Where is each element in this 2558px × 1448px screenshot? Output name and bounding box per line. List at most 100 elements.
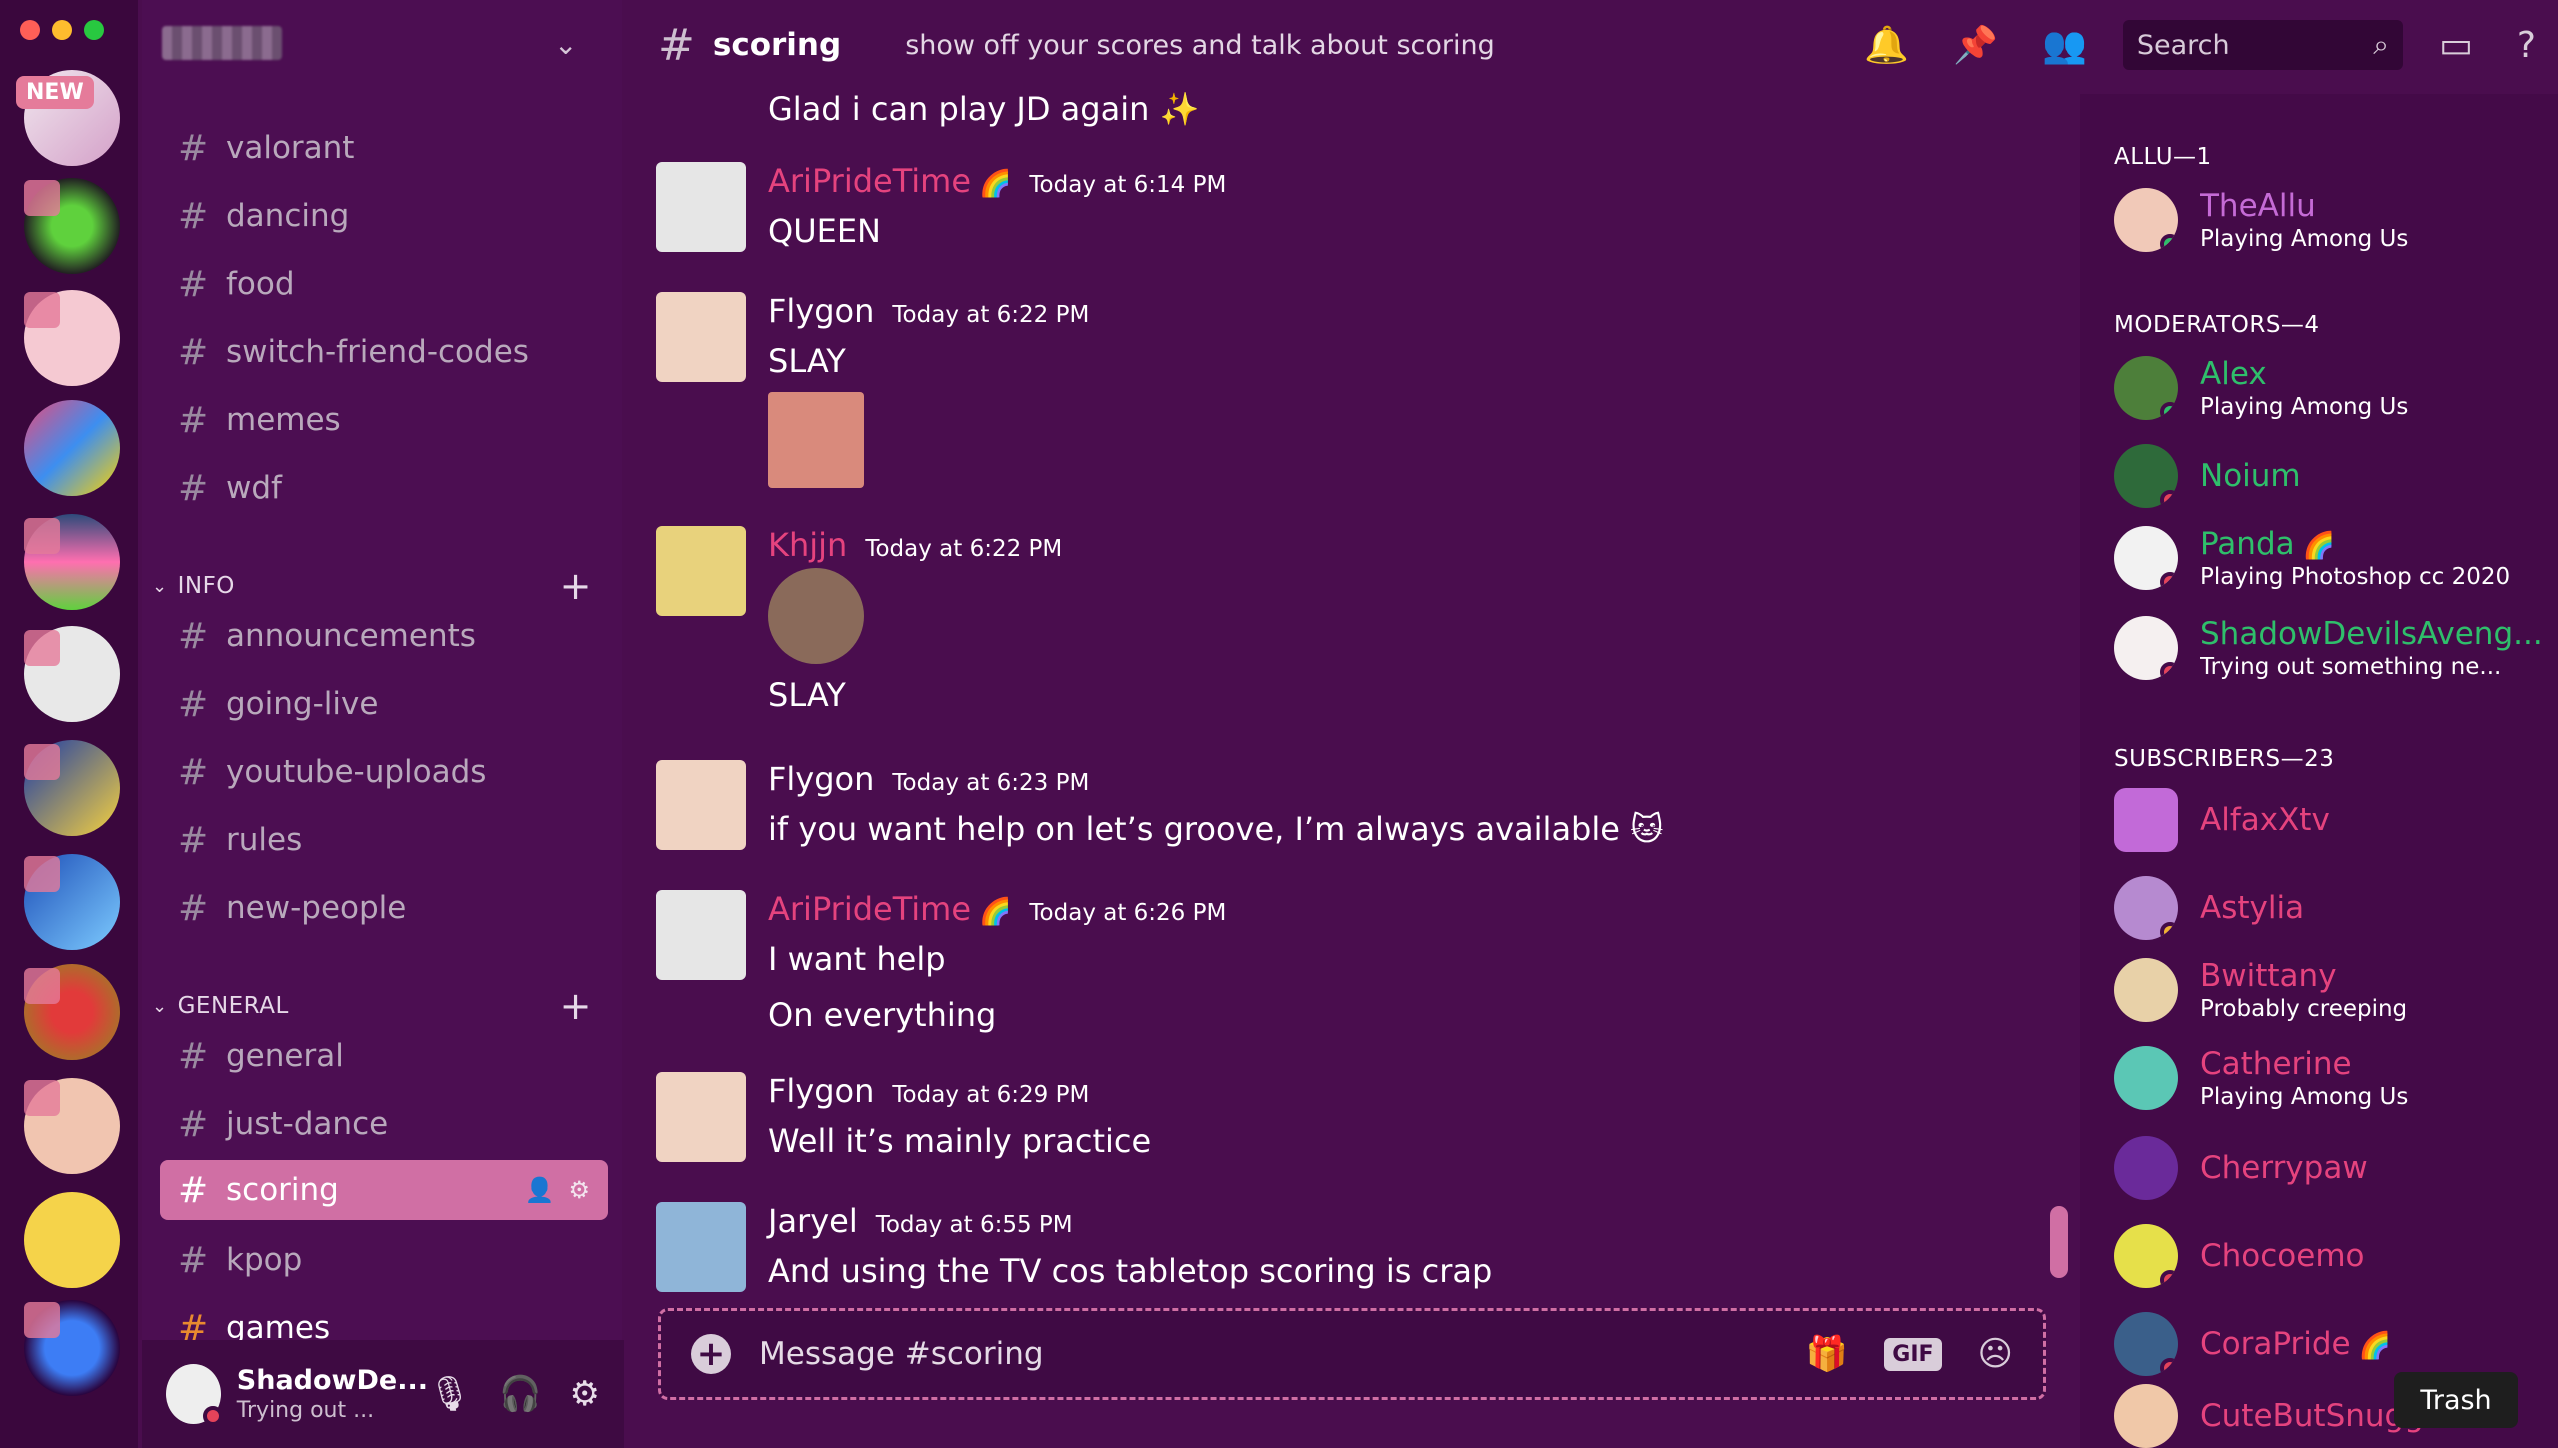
member-item[interactable]: Alex Playing Among Us bbox=[2114, 352, 2544, 424]
channel-scoring[interactable]: # scoring 👤 ⚙ bbox=[160, 1160, 608, 1220]
server-rail: NEW bbox=[0, 0, 138, 1448]
member-item[interactable]: TheAllu Playing Among Us bbox=[2114, 184, 2544, 256]
avatar[interactable] bbox=[656, 1202, 746, 1292]
server-name[interactable] bbox=[162, 26, 282, 60]
message-sticker[interactable] bbox=[768, 568, 864, 664]
avatar bbox=[2114, 1046, 2178, 1110]
member-item[interactable]: Catherine Playing Among Us bbox=[2114, 1042, 2544, 1114]
gear-icon[interactable]: ⚙ bbox=[570, 1374, 600, 1414]
message-text: QUEEN bbox=[768, 212, 881, 250]
server-avatar-4[interactable] bbox=[24, 400, 120, 496]
member-category: SUBSCRIBERS—23 bbox=[2114, 746, 2335, 772]
top-bar: # scoring show off your scores and talk … bbox=[622, 0, 2558, 90]
member-item[interactable]: Panda 🌈 Playing Photoshop cc 2020 bbox=[2114, 522, 2544, 594]
member-item[interactable]: Bwittany Probably creeping bbox=[2114, 954, 2544, 1026]
channel-new-people[interactable]: # new-people bbox=[178, 878, 626, 938]
hash-icon: # bbox=[178, 399, 209, 441]
channel-rules[interactable]: # rules bbox=[178, 810, 626, 870]
pin-icon[interactable]: 📌 bbox=[1953, 24, 1998, 66]
category-info[interactable]: ⌄ INFO + bbox=[152, 564, 592, 608]
emoji-icon[interactable]: ☹ bbox=[1978, 1334, 2013, 1374]
add-channel-icon[interactable]: + bbox=[560, 564, 592, 608]
channel-food[interactable]: # food bbox=[178, 254, 626, 314]
avatar[interactable] bbox=[656, 1072, 746, 1162]
gear-icon[interactable]: ⚙ bbox=[568, 1176, 590, 1204]
avatar[interactable] bbox=[656, 890, 746, 980]
hash-icon: # bbox=[178, 263, 209, 305]
server-avatar-11[interactable] bbox=[24, 1192, 120, 1288]
channel-kpop[interactable]: # kpop bbox=[178, 1230, 626, 1290]
user-status: Trying out ... bbox=[236, 1398, 375, 1423]
message-composer[interactable]: + Message #scoring 🎁 GIF ☹ bbox=[658, 1308, 2046, 1400]
message-author[interactable]: AriPrideTime bbox=[768, 162, 971, 200]
status-dot bbox=[2160, 402, 2178, 420]
close-window-button[interactable] bbox=[20, 20, 40, 40]
member-item[interactable]: Cherrypaw bbox=[2114, 1132, 2544, 1204]
avatar[interactable] bbox=[656, 292, 746, 382]
channel-sidebar: ⌄ # valorant # dancing # food # switch-frien… bbox=[142, 0, 622, 1448]
gift-icon[interactable]: 🎁 bbox=[1806, 1334, 1848, 1374]
inbox-icon[interactable]: ▭ bbox=[2439, 25, 2473, 66]
message-author[interactable]: Flygon bbox=[768, 1072, 874, 1110]
rainbow-icon: 🌈 bbox=[979, 169, 1012, 199]
channel-wdf[interactable]: # wdf bbox=[178, 458, 626, 518]
channel-switch-friend-codes[interactable]: # switch-friend-codes bbox=[178, 322, 626, 382]
maximize-window-button[interactable] bbox=[84, 20, 104, 40]
bell-icon[interactable]: 🔔 bbox=[1864, 24, 1909, 66]
avatar bbox=[2114, 1136, 2178, 1200]
chat-scrollbar[interactable] bbox=[2050, 1206, 2068, 1278]
message-author[interactable]: AriPrideTime bbox=[768, 890, 971, 928]
mention-marker bbox=[24, 292, 60, 328]
mention-marker bbox=[24, 630, 60, 666]
member-item[interactable]: Astylia bbox=[2114, 872, 2544, 944]
avatar[interactable] bbox=[656, 526, 746, 616]
member-item[interactable]: CoraPride 🌈 bbox=[2114, 1308, 2544, 1380]
message-author[interactable]: Flygon bbox=[768, 292, 874, 330]
message-author[interactable]: Khjjn bbox=[768, 526, 847, 564]
message-author[interactable]: Jaryel bbox=[768, 1202, 858, 1240]
channel-valorant[interactable]: # valorant bbox=[178, 118, 626, 178]
add-channel-icon[interactable]: + bbox=[560, 984, 592, 1028]
new-badge: NEW bbox=[16, 76, 94, 109]
channel-general[interactable]: # general bbox=[178, 1026, 626, 1086]
invite-icon[interactable]: 👤 bbox=[525, 1176, 555, 1204]
status-dot bbox=[2160, 490, 2178, 508]
help-icon[interactable]: ? bbox=[2517, 25, 2536, 66]
member-item[interactable]: Chocoemo bbox=[2114, 1220, 2544, 1292]
channel-youtube-uploads[interactable]: # youtube-uploads bbox=[178, 742, 626, 802]
category-general[interactable]: ⌄ GENERAL + bbox=[152, 984, 592, 1028]
avatar bbox=[2114, 188, 2178, 252]
channel-going-live[interactable]: # going-live bbox=[178, 674, 626, 734]
chevron-down-icon: ⌄ bbox=[152, 575, 168, 597]
channel-topic[interactable]: show off your scores and talk about scor… bbox=[905, 30, 1495, 61]
timestamp: Today at 6:55 PM bbox=[875, 1212, 1073, 1238]
add-attachment-icon[interactable]: + bbox=[691, 1334, 731, 1374]
member-item[interactable]: AlfaxXtv bbox=[2114, 784, 2544, 856]
avatar[interactable] bbox=[656, 760, 746, 850]
headphones-icon[interactable]: 🎧 bbox=[499, 1374, 541, 1414]
member-item[interactable]: ShadowDevilsAveng... Trying out something… bbox=[2114, 612, 2544, 684]
message-input[interactable]: Message #scoring bbox=[759, 1336, 1044, 1372]
avatar bbox=[2114, 788, 2178, 852]
avatar[interactable] bbox=[166, 1364, 223, 1426]
minimize-window-button[interactable] bbox=[52, 20, 72, 40]
message-author[interactable]: Flygon bbox=[768, 760, 874, 798]
channel-just-dance[interactable]: # just-dance bbox=[178, 1094, 626, 1154]
channel-announcements[interactable]: # announcements bbox=[178, 606, 626, 666]
message-image[interactable] bbox=[768, 392, 864, 488]
avatar[interactable] bbox=[656, 162, 746, 252]
members-icon[interactable]: 👥 bbox=[2042, 24, 2087, 66]
mention-marker bbox=[24, 968, 60, 1004]
mute-microphone-icon[interactable]: 🎙 bbox=[428, 1374, 471, 1414]
message-text: And using the TV cos tabletop scoring is… bbox=[768, 1252, 1493, 1290]
search-input[interactable]: Search ⌕ bbox=[2122, 20, 2403, 70]
message-text: if you want help on let’s groove, I’m al… bbox=[768, 810, 1664, 848]
member-item[interactable]: Noium bbox=[2114, 440, 2544, 512]
user-name[interactable]: ShadowDe... bbox=[237, 1365, 428, 1396]
status-dot bbox=[2160, 662, 2178, 680]
message-text: SLAY bbox=[768, 342, 846, 380]
channel-dancing[interactable]: # dancing bbox=[178, 186, 626, 246]
gif-button[interactable]: GIF bbox=[1884, 1337, 1942, 1371]
channel-memes[interactable]: # memes bbox=[178, 390, 626, 450]
chevron-down-icon[interactable]: ⌄ bbox=[554, 28, 577, 61]
